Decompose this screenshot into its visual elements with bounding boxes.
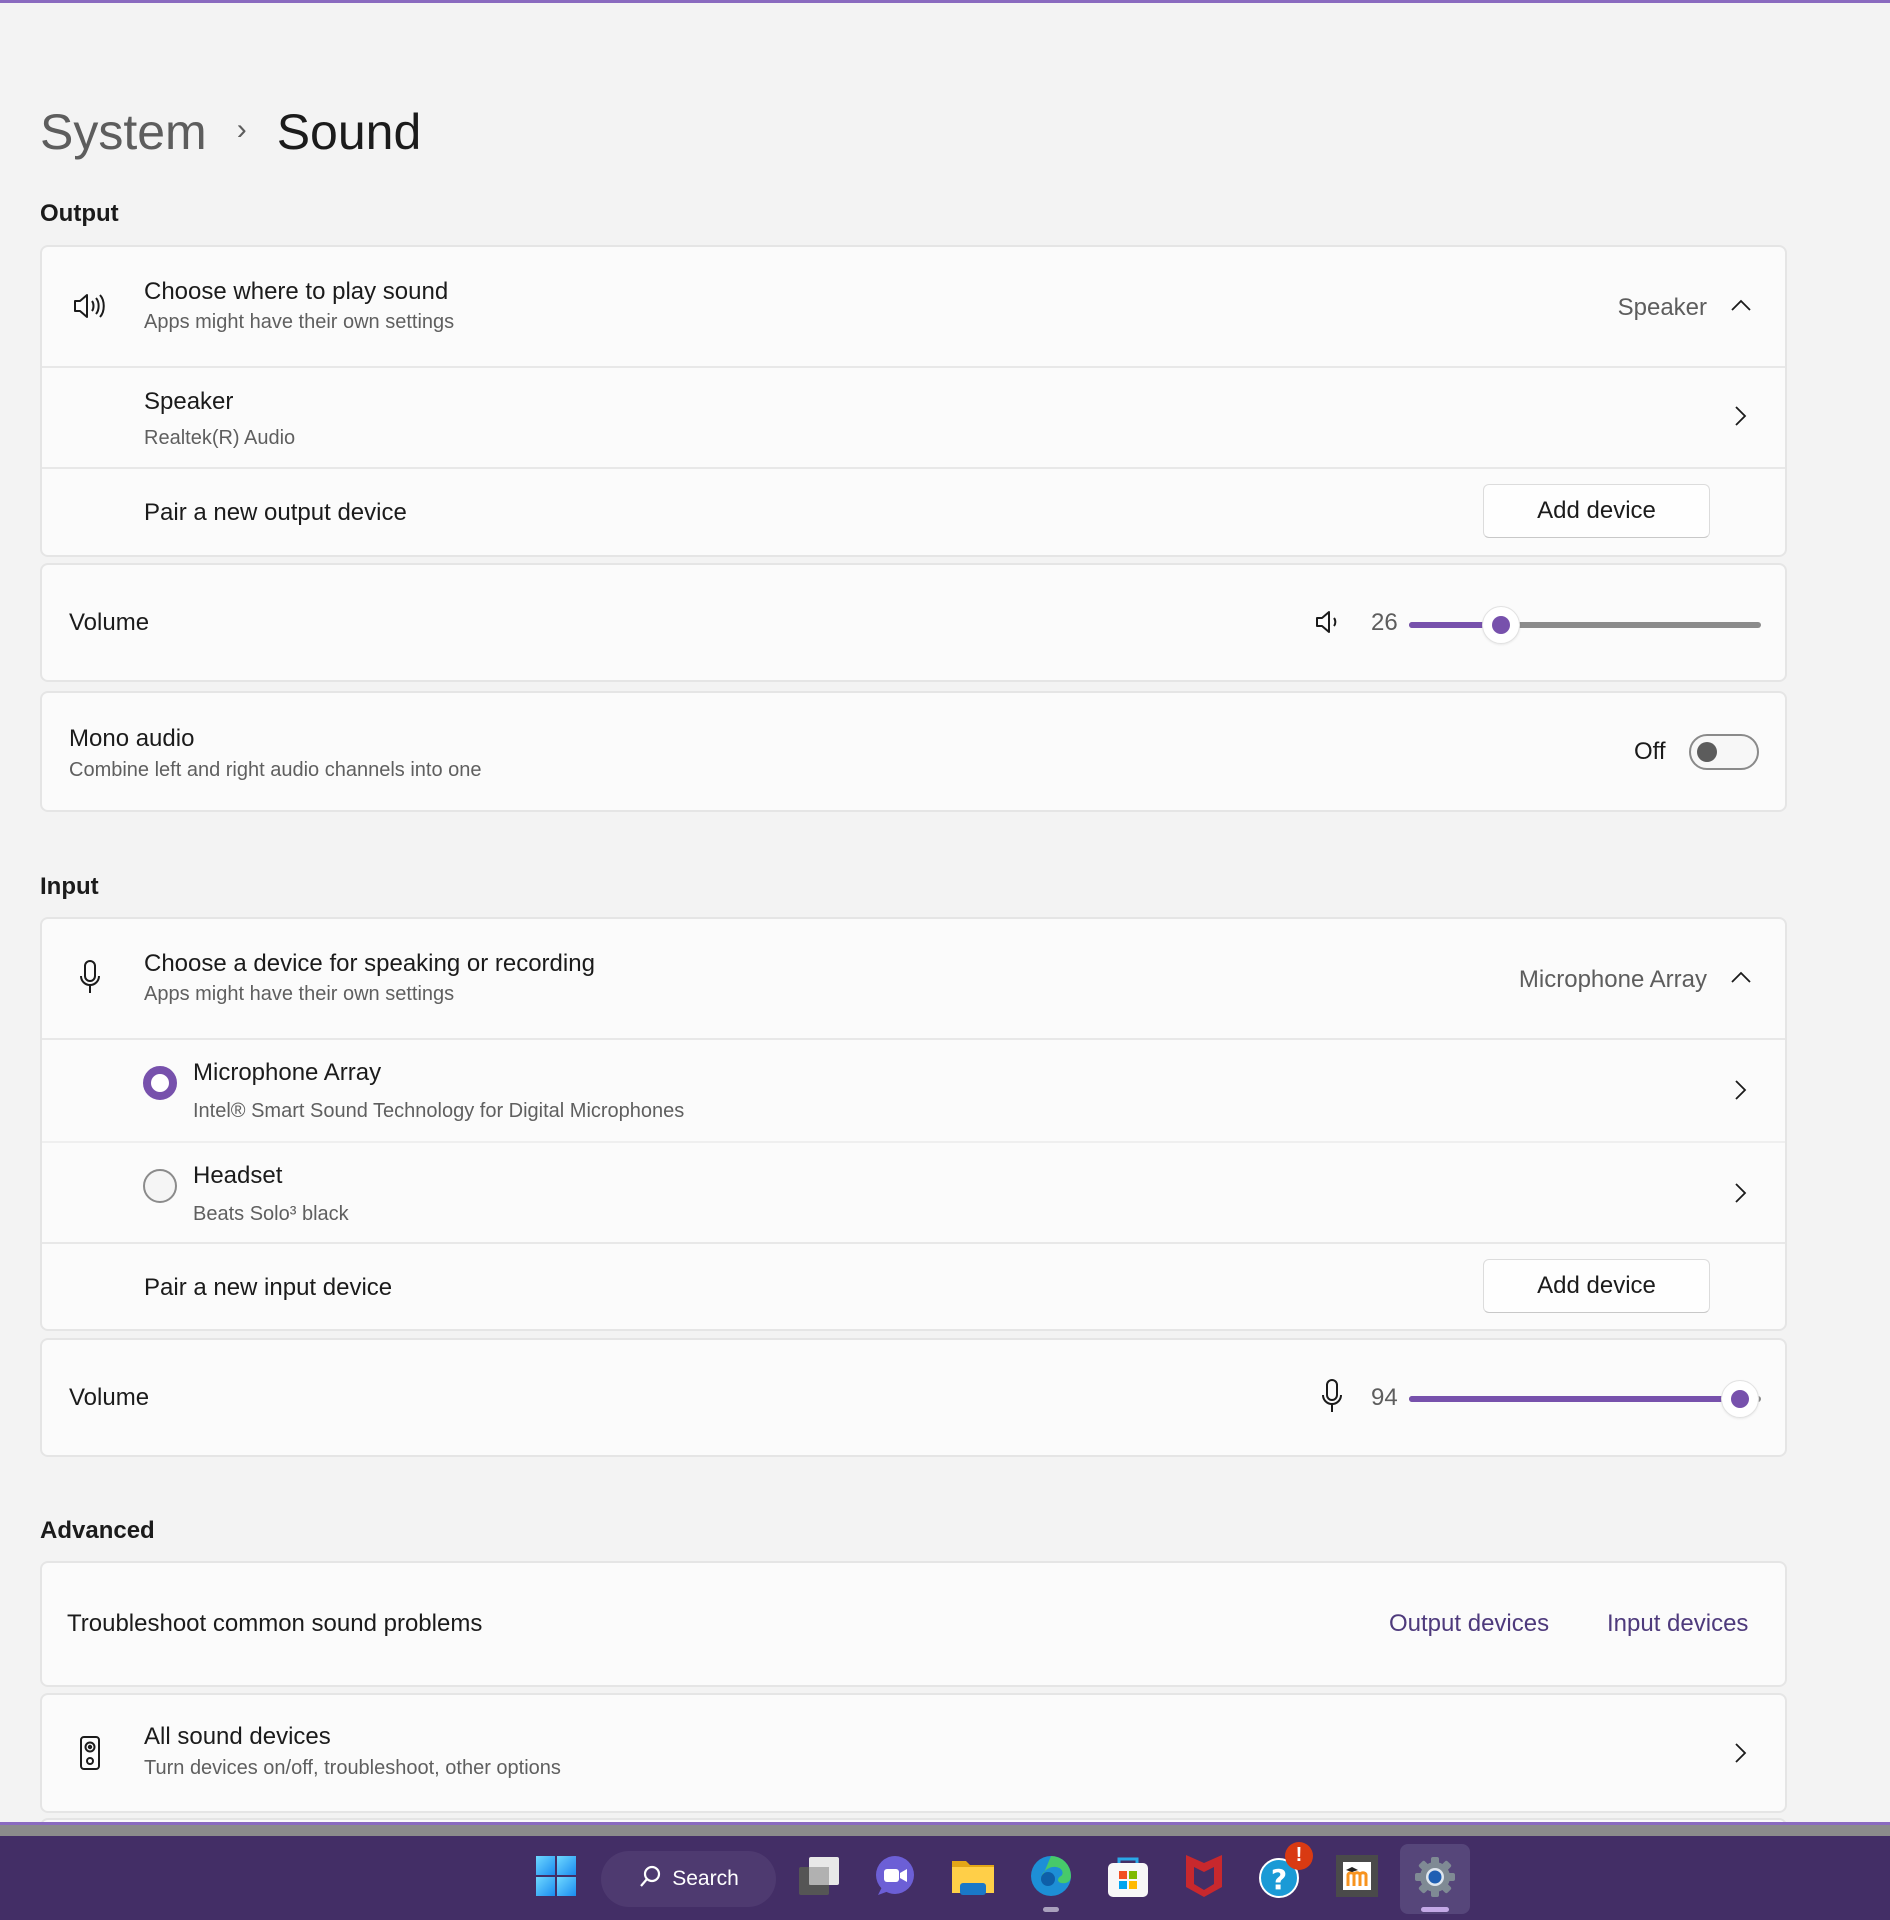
all-sound-devices-title: All sound devices [144, 1723, 331, 1750]
device-detail: Intel® Smart Sound Technology for Digita… [193, 1100, 685, 1122]
speaker-icon[interactable] [1310, 604, 1346, 640]
breadcrumb-system-link[interactable]: System [40, 103, 207, 161]
output-volume-card: Volume 26 [40, 563, 1787, 682]
mono-audio-toggle[interactable] [1689, 734, 1759, 770]
input-choose-subtitle: Apps might have their own settings [144, 983, 455, 1005]
output-pair-label: Pair a new output device [144, 499, 407, 526]
input-selected-value: Microphone Array [1518, 966, 1707, 993]
task-view-icon [797, 1856, 841, 1901]
mono-audio-subtitle: Combine left and right audio channels in… [69, 759, 482, 781]
chevron-up-icon[interactable] [1731, 967, 1751, 987]
device-name: Microphone Array [193, 1059, 382, 1086]
window-top-accent [0, 0, 1890, 3]
windows-start-icon [536, 1855, 576, 1901]
chevron-right-icon[interactable] [1731, 1080, 1751, 1100]
device-detail: Realtek(R) Audio [144, 427, 296, 449]
device-name: Speaker [144, 388, 234, 415]
input-volume-value: 94 [1371, 1384, 1398, 1411]
taskbar-task-view[interactable] [789, 1848, 849, 1908]
troubleshoot-input-devices-link[interactable]: Input devices [1607, 1610, 1748, 1638]
taskbar-get-help[interactable]: ? ! [1251, 1841, 1313, 1908]
taskbar-edge[interactable] [1021, 1848, 1081, 1912]
input-add-device-button[interactable]: Add device [1483, 1259, 1710, 1313]
edge-browser-icon [1030, 1855, 1072, 1902]
all-sound-devices-card[interactable]: All sound devices Turn devices on/off, t… [40, 1693, 1787, 1813]
breadcrumb-separator-icon: › [236, 113, 247, 146]
mono-audio-card: Mono audio Combine left and right audio … [40, 691, 1787, 812]
active-indicator [1421, 1907, 1449, 1912]
output-choose-header[interactable]: Choose where to play sound Apps might ha… [42, 247, 1785, 366]
input-volume-card: Volume 94 [40, 1338, 1787, 1457]
slider-thumb[interactable] [1720, 1380, 1759, 1418]
slider-fill [1409, 1396, 1740, 1402]
search-icon [638, 1864, 662, 1894]
input-volume-label: Volume [69, 1384, 150, 1411]
settings-gear-icon [1413, 1855, 1457, 1904]
chevron-right-icon[interactable] [1731, 406, 1751, 426]
microphone-icon[interactable] [1314, 1378, 1350, 1414]
taskbar-mcafee[interactable] [1174, 1848, 1234, 1908]
all-sound-devices-subtitle: Turn devices on/off, troubleshoot, other… [144, 1757, 561, 1779]
output-add-device-button[interactable]: Add device [1483, 484, 1710, 538]
output-volume-value: 26 [1371, 609, 1398, 636]
input-choose-header[interactable]: Choose a device for speaking or recordin… [42, 919, 1785, 1038]
speaker-volume-icon [72, 288, 108, 324]
chevron-right-icon[interactable] [1731, 1743, 1751, 1763]
taskbar-moodle[interactable] [1327, 1848, 1387, 1908]
speaker-device-icon [72, 1735, 108, 1771]
mono-audio-state-label: Off [1634, 738, 1666, 765]
output-choose-title: Choose where to play sound [144, 278, 449, 305]
help-icon: ? ! [1259, 1841, 1313, 1903]
output-device-row-speaker[interactable]: Speaker Realtek(R) Audio [42, 366, 1785, 467]
output-volume-label: Volume [69, 609, 150, 636]
taskbar-start-button[interactable] [526, 1848, 586, 1908]
input-device-row-headset[interactable]: Headset Beats Solo³ black [42, 1141, 1785, 1242]
mcafee-shield-icon [1185, 1854, 1223, 1903]
troubleshoot-card: Troubleshoot common sound problems Outpu… [40, 1561, 1787, 1687]
taskbar: Search ? ! [0, 1836, 1890, 1920]
window-bottom-edge [0, 1825, 1890, 1836]
taskbar-file-explorer[interactable] [943, 1848, 1003, 1908]
search-label: Search [672, 1867, 739, 1890]
radio-headset[interactable] [143, 1169, 177, 1203]
page-title: Sound [276, 104, 422, 160]
input-volume-slider[interactable] [1409, 1379, 1761, 1419]
toggle-knob [1697, 742, 1717, 762]
chevron-up-icon[interactable] [1731, 295, 1751, 315]
troubleshoot-title: Troubleshoot common sound problems [67, 1610, 483, 1637]
store-icon [1107, 1854, 1149, 1903]
taskbar-microsoft-store[interactable] [1098, 1848, 1158, 1908]
output-volume-slider[interactable] [1409, 605, 1761, 645]
breadcrumb: System › Sound [40, 100, 421, 164]
taskbar-teams-chat[interactable] [865, 1848, 925, 1908]
input-pair-row: Pair a new input device Add device [42, 1242, 1785, 1331]
section-input-label: Input [40, 873, 99, 900]
input-choose-title: Choose a device for speaking or recordin… [144, 950, 595, 977]
slider-thumb[interactable] [1481, 606, 1520, 644]
folder-icon [951, 1857, 995, 1900]
output-choose-subtitle: Apps might have their own settings [144, 311, 455, 333]
teams-chat-icon [874, 1855, 916, 1902]
troubleshoot-output-devices-link[interactable]: Output devices [1389, 1610, 1549, 1638]
chevron-right-icon[interactable] [1731, 1183, 1751, 1203]
taskbar-settings[interactable] [1400, 1844, 1470, 1914]
notification-badge: ! [1285, 1841, 1313, 1870]
device-detail: Beats Solo³ black [193, 1203, 349, 1225]
output-pair-row: Pair a new output device Add device [42, 467, 1785, 557]
taskbar-search-box[interactable]: Search [601, 1851, 776, 1907]
section-output-label: Output [40, 200, 119, 227]
microphone-icon [72, 959, 108, 995]
section-advanced-label: Advanced [40, 1517, 155, 1544]
device-name: Headset [193, 1162, 283, 1189]
radio-microphone-array[interactable] [143, 1066, 177, 1100]
input-pair-label: Pair a new input device [144, 1274, 393, 1301]
output-selected-value: Speaker [1617, 294, 1707, 321]
input-device-row-microphone-array[interactable]: Microphone Array Intel® Smart Sound Tech… [42, 1038, 1785, 1141]
output-device-card: Choose where to play sound Apps might ha… [40, 245, 1787, 557]
mono-audio-title: Mono audio [69, 725, 195, 752]
running-indicator [1043, 1907, 1059, 1912]
svg-text:?: ? [1271, 1863, 1287, 1896]
input-device-card: Choose a device for speaking or recordin… [40, 917, 1787, 1331]
moodle-icon [1336, 1854, 1378, 1902]
